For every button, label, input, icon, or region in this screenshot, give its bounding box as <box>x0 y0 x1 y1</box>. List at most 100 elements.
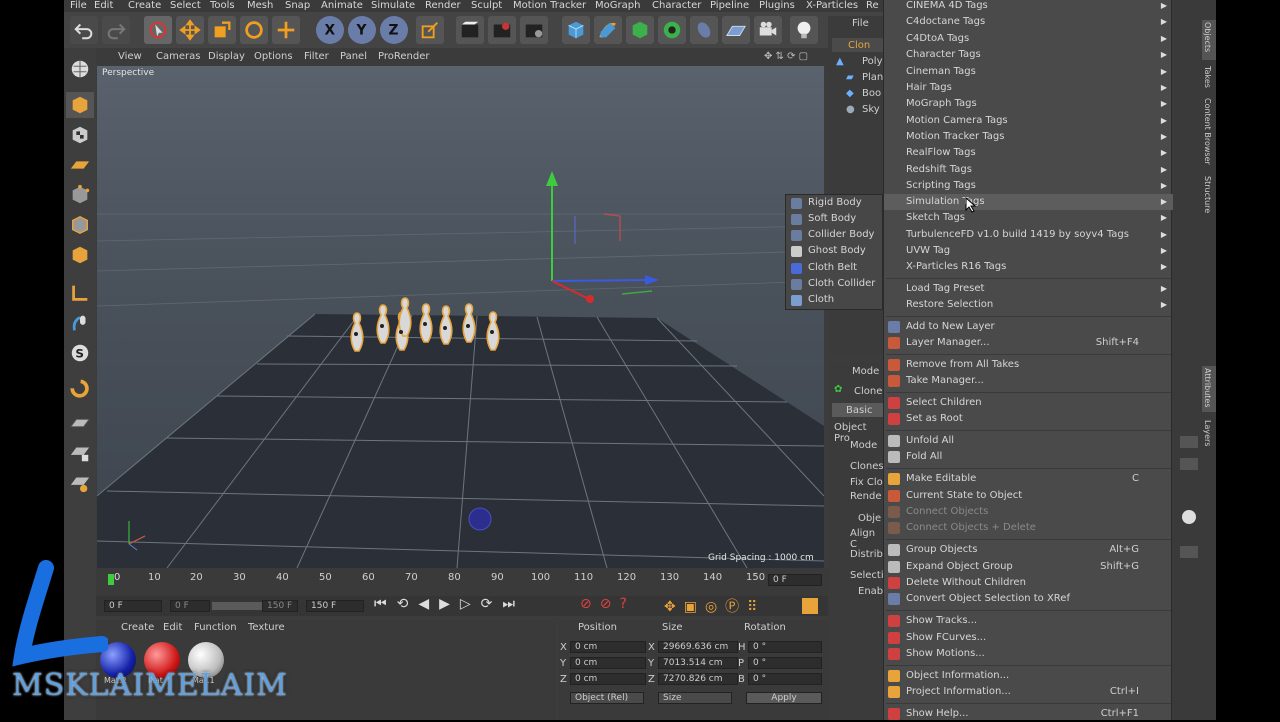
mat-menu-create[interactable]: Create <box>121 622 154 633</box>
z-axis-lock-icon[interactable]: Z <box>380 16 408 44</box>
axis-mode-icon[interactable] <box>66 280 94 306</box>
live-selection-icon[interactable] <box>272 16 300 44</box>
size-x-field[interactable]: 29669.636 cm <box>658 641 738 653</box>
light-icon[interactable] <box>790 16 818 44</box>
menu-item-take-manager[interactable]: Take Manager... <box>884 373 1173 389</box>
menu-pipeline[interactable]: Pipeline <box>710 0 749 11</box>
size-y-field[interactable]: 7013.514 cm <box>658 657 738 669</box>
menu-plugins[interactable]: Plugins <box>759 0 795 11</box>
menu-item-motion-camera-tags[interactable]: Motion Camera Tags ▶ <box>884 113 1173 129</box>
record-controls[interactable]: ⊘⊘? <box>580 596 635 612</box>
menu-edit[interactable]: Edit <box>94 0 113 11</box>
menu-animate[interactable]: Animate <box>321 0 363 11</box>
submenu-item-ghost-body[interactable]: Ghost Body <box>786 243 882 259</box>
tab-content-browser[interactable]: Content Browser <box>1203 98 1212 165</box>
viewport-menu-panel[interactable]: Panel <box>340 51 367 62</box>
viewport-menu-display[interactable]: Display <box>208 51 245 62</box>
timeline-mode-icon[interactable] <box>802 598 818 614</box>
menu-item-scripting-tags[interactable]: Scripting Tags ▶ <box>884 178 1173 194</box>
menu-item-expand-object-group[interactable]: Expand Object Group Shift+G <box>884 559 1173 575</box>
menu-character[interactable]: Character <box>652 0 701 11</box>
menu-motion-tracker[interactable]: Motion Tracker <box>513 0 586 11</box>
submenu-item-collider-body[interactable]: Collider Body <box>786 227 882 243</box>
menu-item-show-fcurves[interactable]: Show FCurves... <box>884 630 1173 646</box>
object-name[interactable]: Plan <box>862 72 883 83</box>
menu-item-project-information[interactable]: Project Information... Ctrl+I <box>884 684 1173 700</box>
current-frame-field[interactable]: 0 F <box>768 574 822 586</box>
preview-max-field[interactable]: 150 F <box>262 600 298 612</box>
viewport-menu-filter[interactable]: Filter <box>304 51 329 62</box>
render-settings-icon[interactable] <box>520 16 548 44</box>
model-mode-icon[interactable] <box>66 92 94 118</box>
menu-sculpt[interactable]: Sculpt <box>471 0 502 11</box>
menu-item-character-tags[interactable]: Character Tags ▶ <box>884 47 1173 63</box>
menu-render-more[interactable]: Re <box>866 0 879 11</box>
coordinate-system-icon[interactable] <box>416 16 444 44</box>
submenu-item-soft-body[interactable]: Soft Body <box>786 211 882 227</box>
subdivision-surface-icon[interactable] <box>626 16 654 44</box>
edges-mode-icon[interactable] <box>66 212 94 238</box>
mat-menu-function[interactable]: Function <box>194 622 237 633</box>
menu-item-c4doctane-tags[interactable]: C4doctane Tags ▶ <box>884 14 1173 30</box>
workplane-icon[interactable] <box>66 152 94 178</box>
redo-button[interactable] <box>102 16 130 44</box>
object-manager-file-menu[interactable]: File <box>852 18 869 29</box>
grid-plane-icon[interactable] <box>66 410 94 436</box>
coordinate-mode-dropdown[interactable]: Object (Rel) <box>570 692 644 704</box>
viewport-menu-cameras[interactable]: Cameras <box>156 51 200 62</box>
polygons-mode-icon[interactable] <box>66 242 94 268</box>
menu-item-convert-to-xref[interactable]: Convert Object Selection to XRef <box>884 591 1173 607</box>
submenu-item-rigid-body[interactable]: Rigid Body <box>786 195 882 211</box>
tweak-mode-icon[interactable] <box>66 310 94 336</box>
menu-item-remove-from-all-takes[interactable]: Remove from All Takes <box>884 357 1173 373</box>
menu-item-motion-tracker-tags[interactable]: Motion Tracker Tags ▶ <box>884 129 1173 145</box>
attr-dropdown[interactable] <box>1180 458 1198 470</box>
menu-item-cineman-tags[interactable]: Cineman Tags ▶ <box>884 64 1173 80</box>
menu-tools[interactable]: Tools <box>210 0 235 11</box>
menu-file[interactable]: File <box>70 0 87 11</box>
submenu-item-cloth[interactable]: Cloth <box>786 292 882 308</box>
workplane-rotate-icon[interactable] <box>66 470 94 496</box>
move-tool-icon[interactable] <box>176 16 204 44</box>
points-mode-icon[interactable] <box>66 182 94 208</box>
menu-item-object-information[interactable]: Object Information... <box>884 668 1173 684</box>
viewport-menu-options[interactable]: Options <box>254 51 293 62</box>
object-name[interactable]: Sky <box>862 104 880 115</box>
key-controls[interactable]: ✥▣◎Ⓟ⠿ <box>664 596 765 616</box>
menu-item-group-objects[interactable]: Group Objects Alt+G <box>884 542 1173 558</box>
floor-icon[interactable] <box>722 16 750 44</box>
menu-mesh[interactable]: Mesh <box>247 0 273 11</box>
size-mode-dropdown[interactable]: Size <box>658 692 732 704</box>
position-y-field[interactable]: 0 cm <box>570 657 646 669</box>
menu-item-turbulencefd-tags[interactable]: TurbulenceFD v1.0 build 1419 by soyv4 Ta… <box>884 227 1173 243</box>
playback-controls[interactable]: ⏮⟲◀▶▷⟳⏭ <box>374 596 525 612</box>
menu-item-x-particles-tags[interactable]: X-Particles R16 Tags ▶ <box>884 259 1173 275</box>
rotate-tool-icon[interactable] <box>240 16 268 44</box>
menu-item-delete-without-children[interactable]: Delete Without Children <box>884 575 1173 591</box>
rotation-p-field[interactable]: 0 ° <box>748 657 822 669</box>
menu-simulate[interactable]: Simulate <box>371 0 415 11</box>
menu-item-simulation-tags[interactable]: Simulation Tags ▶ <box>884 194 1173 210</box>
locked-workplane-icon[interactable] <box>66 440 94 466</box>
menu-create[interactable]: Create <box>128 0 161 11</box>
menu-item-add-to-new-layer[interactable]: Add to New Layer <box>884 319 1173 335</box>
attr-dropdown[interactable] <box>1180 546 1198 558</box>
deformer-icon[interactable] <box>690 16 718 44</box>
y-axis-lock-icon[interactable]: Y <box>348 16 376 44</box>
pick-object-icon[interactable] <box>1182 510 1196 524</box>
undo-button[interactable] <box>70 16 98 44</box>
viewport-nav-icons[interactable]: ✥ ⇅ ⟳ ▢ <box>764 51 808 62</box>
viewport-menu-view[interactable]: View <box>118 51 142 62</box>
start-frame-field[interactable]: 0 F <box>104 600 162 612</box>
select-tool-icon[interactable] <box>144 16 172 44</box>
submenu-item-cloth-belt[interactable]: Cloth Belt <box>786 260 882 276</box>
apply-button[interactable]: Apply <box>746 692 822 704</box>
tab-structure[interactable]: Structure <box>1203 176 1212 213</box>
menu-mograph[interactable]: MoGraph <box>595 0 640 11</box>
tab-takes[interactable]: Takes <box>1203 66 1212 88</box>
mat-menu-texture[interactable]: Texture <box>248 622 285 633</box>
menu-item-c4dtoa-tags[interactable]: C4DtoA Tags ▶ <box>884 31 1173 47</box>
snap-icon[interactable]: S <box>66 340 94 366</box>
menu-item-mograph-tags[interactable]: MoGraph Tags ▶ <box>884 96 1173 112</box>
timeline-ruler[interactable]: 0 10 20 30 40 50 60 70 80 90 100 110 120… <box>96 568 828 596</box>
